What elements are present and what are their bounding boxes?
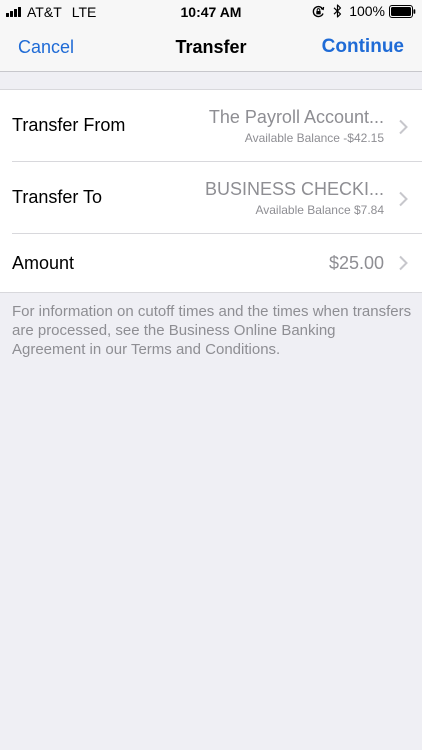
transfer-to-balance: Available Balance $7.84 bbox=[255, 203, 384, 217]
amount-value: $25.00 bbox=[328, 253, 384, 273]
navigation-bar: Cancel Transfer Continue bbox=[0, 24, 422, 72]
transfer-to-account: BUSINESS CHECKI... bbox=[204, 179, 384, 199]
transfer-to-row[interactable]: Transfer To BUSINESS CHECKI... Available… bbox=[0, 162, 422, 234]
status-bar: AT&T LTE 10:47 AM 100% bbox=[0, 0, 422, 24]
orientation-lock-icon bbox=[312, 5, 325, 17]
cancel-button[interactable]: Cancel bbox=[18, 37, 74, 58]
continue-button[interactable]: Continue bbox=[322, 36, 404, 58]
battery-icon bbox=[389, 4, 416, 18]
chevron-right-icon bbox=[399, 119, 408, 135]
transfer-from-row[interactable]: Transfer From The Payroll Account... Ava… bbox=[0, 90, 422, 162]
transfer-to-label: Transfer To bbox=[12, 187, 103, 207]
amount-row[interactable]: Amount $25.00 bbox=[0, 234, 422, 292]
amount-label: Amount bbox=[12, 253, 75, 273]
bluetooth-icon bbox=[333, 4, 342, 18]
battery-percent: 100% bbox=[349, 3, 385, 19]
chevron-right-icon bbox=[399, 191, 408, 207]
chevron-right-icon bbox=[399, 255, 408, 271]
transfer-from-balance: Available Balance -$42.15 bbox=[244, 131, 384, 145]
transfer-from-account: The Payroll Account... bbox=[208, 107, 384, 127]
status-right: 100% bbox=[312, 3, 416, 19]
transfer-form: Transfer From The Payroll Account... Ava… bbox=[0, 89, 422, 293]
transfer-from-label: Transfer From bbox=[12, 115, 126, 135]
cutoff-info-text: For information on cutoff times and the … bbox=[12, 303, 412, 358]
